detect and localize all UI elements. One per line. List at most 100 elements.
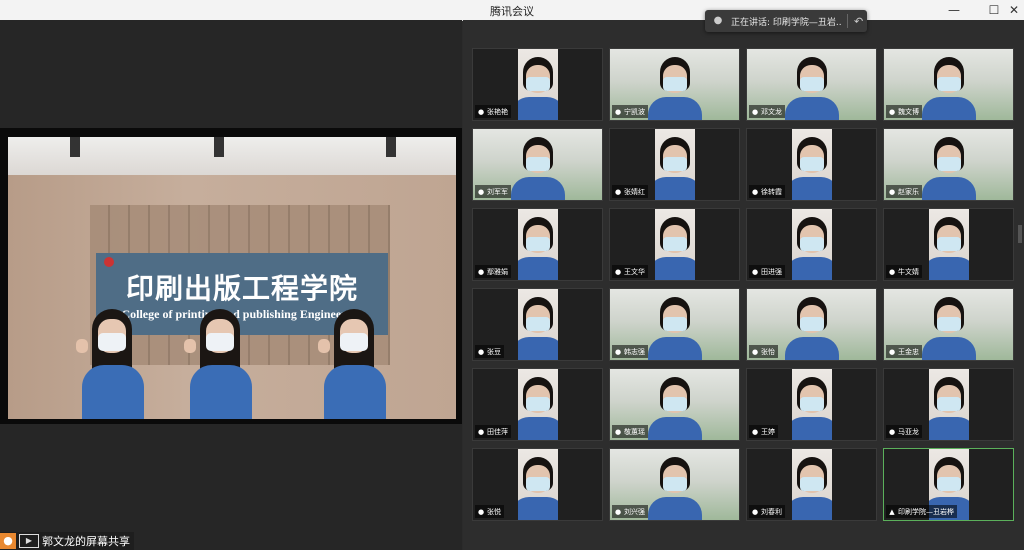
participant-mask [662, 157, 687, 171]
participant-tile[interactable]: ● 邓文龙 [746, 48, 877, 121]
ceiling-light [386, 137, 396, 157]
participant-video [654, 209, 695, 280]
participant-tile[interactable]: ● 敬蕙瑶 [609, 368, 740, 441]
participant-tile[interactable]: ● 徐转霞 [746, 128, 877, 201]
participant-tile[interactable]: ● 刘春利 [746, 448, 877, 521]
participant-tile[interactable]: ● 田进强 [746, 208, 877, 281]
participant-tile[interactable]: ● 马亚龙 [883, 368, 1014, 441]
participant-tile[interactable]: ● 赵家乐 [883, 128, 1014, 201]
participant-mask [662, 237, 687, 251]
participant-name: 田进强 [761, 267, 782, 276]
participant-name-tag: ● 宁凯波 [612, 105, 648, 118]
participant-name-tag: ● 鄢雅娟 [475, 265, 511, 278]
participant-body [928, 417, 969, 440]
presenter-person [318, 309, 386, 419]
participant-mask [799, 317, 824, 331]
participant-name: 韩志强 [624, 347, 645, 356]
participant-video [928, 209, 969, 280]
raised-fist [318, 339, 330, 353]
college-logo-icon [104, 257, 114, 267]
participant-tile[interactable]: ● 张豆 [472, 288, 603, 361]
mic-muted-icon: ● [888, 427, 896, 436]
mic-muted-icon: ● [614, 267, 622, 276]
participant-tile[interactable]: ● 王文华 [609, 208, 740, 281]
participant-name-tag: ● 邓文龙 [749, 105, 785, 118]
mic-muted-icon: ● [751, 427, 759, 436]
mic-muted-icon: ● [751, 187, 759, 196]
participant-name-tag: ● 田佳萍 [475, 425, 511, 438]
participant-body [791, 177, 832, 200]
participant-body [517, 417, 558, 440]
maximize-button[interactable]: ☐ [986, 2, 1002, 18]
participant-tile[interactable]: ● 鄢雅娟 [472, 208, 603, 281]
shared-screen[interactable]: 印刷出版工程学院 College of printing and publish… [0, 128, 462, 424]
participant-video [791, 369, 832, 440]
participant-name: 敬蕙瑶 [624, 427, 645, 436]
participant-tile[interactable]: ● 王金忠 [883, 288, 1014, 361]
participant-mask [525, 317, 550, 331]
participant-name: 张艳艳 [487, 107, 508, 116]
presenter-person [76, 309, 144, 419]
participant-mask [525, 157, 550, 171]
face-mask [206, 333, 234, 351]
participant-body [647, 337, 702, 360]
participant-mask [525, 477, 550, 491]
participant-body [517, 337, 558, 360]
participant-body [647, 417, 702, 440]
presenter-uniform [190, 365, 252, 419]
divider [847, 14, 848, 28]
user-icon: ● [0, 533, 16, 549]
participant-tile[interactable]: ● 张艳艳 [472, 48, 603, 121]
participant-name-tag: ● 韩志强 [612, 345, 648, 358]
participant-body [921, 97, 976, 120]
presenter-uniform [324, 365, 386, 419]
mic-muted-icon: ● [477, 267, 485, 276]
participant-body [784, 97, 839, 120]
participant-tile[interactable]: ● 刘兴强 [609, 448, 740, 521]
participant-body [921, 337, 976, 360]
ceiling [8, 137, 456, 175]
participant-mask [799, 477, 824, 491]
raised-fist [184, 339, 196, 353]
mic-muted-icon: ● [888, 107, 896, 116]
mic-muted-icon: ● [614, 107, 622, 116]
participant-tile[interactable]: ● 王婷 [746, 368, 877, 441]
app-title: 腾讯会议 [490, 5, 534, 18]
participant-name-tag: ● 敬蕙瑶 [612, 425, 648, 438]
participant-tile[interactable]: ● 韩志强 [609, 288, 740, 361]
participant-name-tag: ● 张豆 [475, 345, 504, 358]
participant-name-tag: ▲ 印刷学院—丑岩桦 [886, 505, 957, 518]
participant-tile[interactable]: ● 张悦 [472, 448, 603, 521]
return-icon[interactable]: ↶ [854, 15, 863, 28]
participant-video [517, 209, 558, 280]
participant-mask [936, 157, 961, 171]
participant-name: 张悦 [487, 507, 501, 516]
speaking-indicator[interactable]: ● 正在讲话: 印刷学院—丑岩... ↶ [705, 10, 867, 32]
participant-name: 徐转霞 [761, 187, 782, 196]
gallery-collapse-handle[interactable] [1018, 225, 1022, 243]
close-button[interactable]: ✕ [1006, 2, 1022, 18]
mic-active-icon: ▲ [889, 507, 895, 516]
minimize-button[interactable]: — [946, 2, 962, 18]
screen-share-label[interactable]: ● ▶ 郭文龙的屏幕共享 [0, 532, 134, 550]
participant-name: 赵家乐 [898, 187, 919, 196]
participant-tile[interactable]: ● 宁凯波 [609, 48, 740, 121]
screen-share-icon: ▶ [19, 534, 39, 548]
participant-tile[interactable]: ● 田佳萍 [472, 368, 603, 441]
face-mask [98, 333, 126, 351]
participant-tile[interactable]: ● 刘军军 [472, 128, 603, 201]
participant-name-tag: ● 张婧红 [612, 185, 648, 198]
participant-mask [525, 237, 550, 251]
presenter-uniform [82, 365, 144, 419]
participant-tile[interactable]: ● 魏文博 [883, 48, 1014, 121]
participant-mask [936, 237, 961, 251]
participant-tile[interactable]: ● 张婧红 [609, 128, 740, 201]
participant-mask [525, 397, 550, 411]
participant-tile[interactable]: ● 牛文婧 [883, 208, 1014, 281]
participant-tile[interactable]: ▲ 印刷学院—丑岩桦 [883, 448, 1014, 521]
participant-name-tag: ● 张艳艳 [475, 105, 511, 118]
participant-tile[interactable]: ● 张怡 [746, 288, 877, 361]
screen-share-owner: 郭文龙的屏幕共享 [42, 535, 130, 548]
participant-video [517, 369, 558, 440]
participant-name: 田佳萍 [487, 427, 508, 436]
